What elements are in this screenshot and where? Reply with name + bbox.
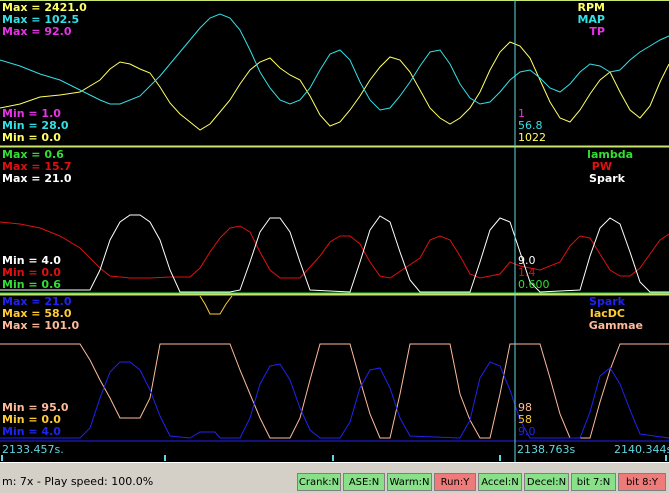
gammae-trace bbox=[0, 343, 669, 439]
flag-label: bit 7:N bbox=[576, 477, 611, 488]
datalog-plot-area[interactable]: Max = 2421.0 Max = 102.5 Max = 92.0 Min … bbox=[0, 0, 669, 462]
rpm-cursor-value: 1022 bbox=[518, 131, 546, 144]
gammae-series-name: Gammae bbox=[588, 319, 643, 332]
flag-label: Decel:N bbox=[526, 477, 567, 488]
flag-label: Accel:N bbox=[481, 477, 519, 488]
flag-accel: Accel:N bbox=[478, 473, 522, 491]
spark3-trace bbox=[0, 361, 669, 439]
iacdc-trace bbox=[199, 295, 233, 315]
flag-decel: Decel:N bbox=[524, 473, 569, 491]
status-bar: m: 7x - Play speed: 100.0% Crank:N ASE:N… bbox=[0, 462, 669, 493]
flag-warm: Warm:N bbox=[387, 473, 432, 491]
play-speed-status: m: 7x - Play speed: 100.0% bbox=[2, 475, 154, 488]
flag-bit7: bit 7:N bbox=[571, 473, 616, 491]
timeline-cursor-label: 2138.763s bbox=[517, 443, 576, 456]
flag-label: Warm:N bbox=[389, 477, 430, 488]
spark3-min-label: Min = 4.0 bbox=[2, 425, 61, 438]
flag-label: ASE:N bbox=[348, 477, 380, 488]
spark-max-label: Max = 21.0 bbox=[2, 172, 72, 185]
spark-trace bbox=[0, 214, 669, 293]
flag-label: bit 8:Y bbox=[625, 477, 659, 488]
lambda-cursor-value: 0.600 bbox=[518, 278, 550, 291]
flag-run: Run:Y bbox=[434, 473, 476, 491]
tp-max-label: Max = 92.0 bbox=[2, 25, 72, 38]
spark-series-name: Spark bbox=[589, 172, 625, 185]
flag-crank: Crank:N bbox=[297, 473, 341, 491]
spark3-cursor-value: 9.0 bbox=[518, 425, 536, 438]
tp-series-name: TP bbox=[589, 25, 605, 38]
flag-label: Crank:N bbox=[298, 477, 340, 488]
map-trace bbox=[0, 13, 669, 111]
trace-canvas bbox=[0, 0, 669, 462]
rpm-trace bbox=[0, 41, 669, 131]
rpm-min-label: Min = 0.0 bbox=[2, 131, 61, 144]
gammae-max-label: Max = 101.0 bbox=[2, 319, 80, 332]
flag-ase: ASE:N bbox=[343, 473, 385, 491]
flag-label: Run:Y bbox=[440, 477, 470, 488]
lambda-min-label: Min = 0.6 bbox=[2, 278, 61, 291]
timeline-start-label: 2133.457s. bbox=[2, 443, 64, 456]
flag-bit8: bit 8:Y bbox=[618, 473, 666, 491]
timeline-end-label: 2140.344s. bbox=[614, 443, 669, 456]
